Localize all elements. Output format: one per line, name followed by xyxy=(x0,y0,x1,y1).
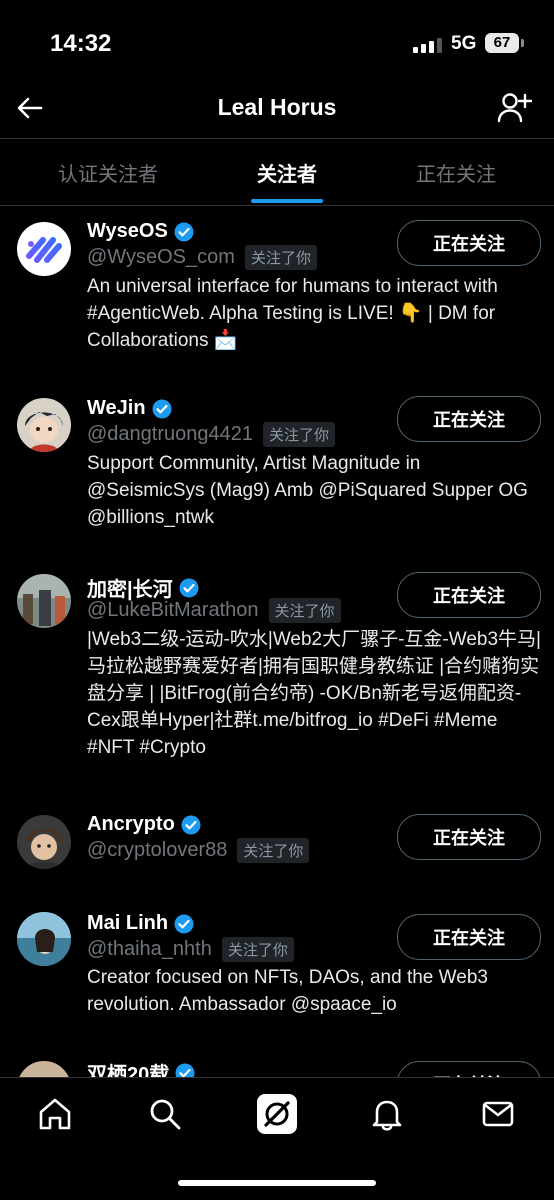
following-button[interactable]: 正在关注 xyxy=(397,572,541,618)
follows-you-badge: 关注了你 xyxy=(221,937,294,962)
list-item[interactable]: WyseOS @WyseOS_com 关注了你 正在关注 An universa… xyxy=(0,205,554,385)
verified-badge-icon xyxy=(175,1063,195,1077)
tab-bar: 认证关注者 关注者 正在关注 xyxy=(0,138,554,206)
handle-row: @WyseOS_com 关注了你 xyxy=(87,245,317,270)
name-row: Ancrypto xyxy=(87,813,201,836)
verified-badge-icon xyxy=(181,815,201,834)
verified-badge-icon xyxy=(152,399,172,418)
user-bio: Support Community, Artist Magnitude in @… xyxy=(87,453,528,528)
tab-verified-followers[interactable]: 认证关注者 xyxy=(0,139,216,205)
name-row: Mai Linh xyxy=(87,912,194,935)
followers-list: WyseOS @WyseOS_com 关注了你 正在关注 An universa… xyxy=(0,205,554,1077)
follows-you-badge: 关注了你 xyxy=(244,245,317,270)
verified-badge-icon xyxy=(179,578,199,597)
following-button[interactable]: 正在关注 xyxy=(397,396,541,442)
status-time: 14:32 xyxy=(50,30,112,57)
list-item[interactable]: Mai Linh @thaiha_nhth 关注了你 正在关注 Creator … xyxy=(0,897,554,1057)
user-handle: @dangtruong4421 xyxy=(87,423,253,445)
handle-row: @LukeBitMarathon 关注了你 xyxy=(87,598,341,623)
top-app-bar: Leal Horus xyxy=(0,80,554,138)
follows-you-badge: 关注了你 xyxy=(237,838,310,863)
user-handle: @thaiha_nhth xyxy=(87,938,212,960)
home-indicator[interactable] xyxy=(178,1180,376,1186)
follows-you-badge: 关注了你 xyxy=(263,422,336,447)
tab-followers[interactable]: 关注者 xyxy=(216,139,358,205)
messages-icon[interactable] xyxy=(476,1092,520,1136)
display-name: WyseOS xyxy=(87,220,168,242)
add-person-icon[interactable] xyxy=(496,90,533,126)
user-handle: @cryptolover88 xyxy=(87,839,228,861)
handle-row: @dangtruong4421 关注了你 xyxy=(87,422,336,447)
user-handle: @LukeBitMarathon xyxy=(87,599,259,621)
user-bio: Creator focused on NFTs, DAOs, and the W… xyxy=(87,967,488,1015)
search-icon[interactable] xyxy=(143,1092,187,1136)
signal-icon xyxy=(413,37,442,53)
list-item[interactable]: WeJin @dangtruong4421 关注了你 正在关注 Support … xyxy=(0,383,554,559)
avatar[interactable] xyxy=(17,398,71,452)
network-type: 5G xyxy=(451,33,477,54)
display-name: Ancrypto xyxy=(87,813,175,835)
handle-row: @thaiha_nhth 关注了你 xyxy=(87,937,294,962)
display-name: WeJin xyxy=(87,397,146,419)
list-item[interactable]: 双栖20载 正在关注 xyxy=(0,1053,554,1077)
avatar[interactable] xyxy=(17,222,71,276)
grok-icon[interactable] xyxy=(255,1092,299,1136)
avatar[interactable] xyxy=(17,912,71,966)
follows-you-badge: 关注了你 xyxy=(268,598,341,623)
name-row: WyseOS xyxy=(87,220,194,243)
active-tab-indicator xyxy=(251,199,323,203)
list-item[interactable]: 加密|长河 @LukeBitMarathon 关注了你 正在关注 |Web3二级… xyxy=(0,559,554,797)
battery-icon: 67 xyxy=(485,33,519,53)
following-button[interactable]: 正在关注 xyxy=(397,1061,541,1077)
name-row: 双栖20载 xyxy=(87,1058,195,1077)
status-bar: 14:32 5G 67 xyxy=(0,0,554,80)
battery-tip xyxy=(521,39,524,47)
following-button[interactable]: 正在关注 xyxy=(397,814,541,860)
user-bio: An universal interface for humans to int… xyxy=(87,276,498,351)
avatar[interactable] xyxy=(17,574,71,628)
name-row: WeJin xyxy=(87,397,172,420)
verified-badge-icon xyxy=(174,222,194,241)
handle-row: @cryptolover88 关注了你 xyxy=(87,838,310,863)
following-button[interactable]: 正在关注 xyxy=(397,220,541,266)
following-button[interactable]: 正在关注 xyxy=(397,914,541,960)
display-name: 双栖20载 xyxy=(87,1064,170,1077)
display-name: Mai Linh xyxy=(87,912,169,934)
home-icon[interactable] xyxy=(33,1092,77,1136)
page-title: Leal Horus xyxy=(217,94,337,120)
notifications-icon[interactable] xyxy=(365,1092,409,1136)
user-handle: @WyseOS_com xyxy=(87,246,235,268)
list-item[interactable]: Ancrypto @cryptolover88 关注了你 正在关注 xyxy=(0,801,554,897)
tab-following[interactable]: 正在关注 xyxy=(358,139,554,205)
avatar[interactable] xyxy=(17,1061,71,1077)
user-bio: |Web3二级-运动-吹水|Web2大厂骡子-互金-Web3牛马|马拉松越野赛爱… xyxy=(87,629,541,758)
verified-badge-icon xyxy=(174,914,194,933)
avatar[interactable] xyxy=(17,815,71,869)
